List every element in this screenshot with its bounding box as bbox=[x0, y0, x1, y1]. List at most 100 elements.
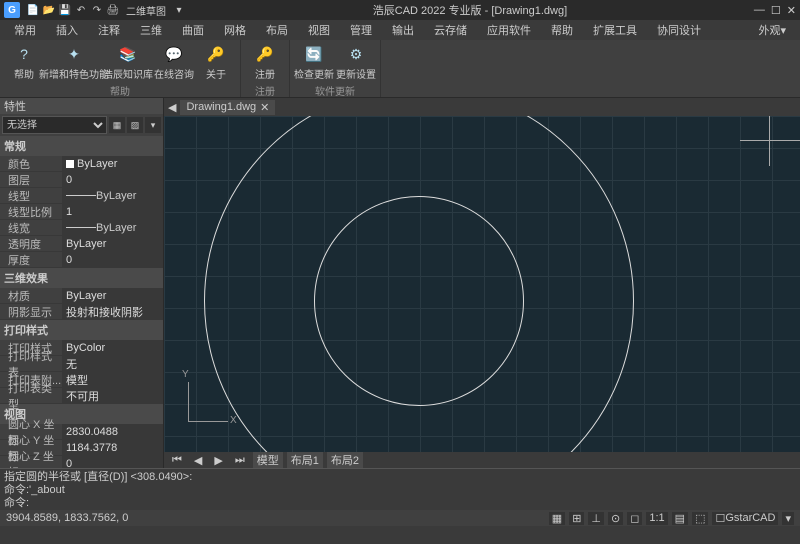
menu-item[interactable]: 视图 bbox=[298, 20, 340, 40]
new-icon[interactable]: 📄 bbox=[26, 3, 40, 17]
update-settings-button[interactable]: ⚙更新设置 bbox=[336, 42, 376, 83]
refresh-icon: 🔄 bbox=[304, 44, 324, 64]
tab-last-icon[interactable]: ⏭ bbox=[231, 454, 249, 467]
property-value[interactable]: 模型 bbox=[62, 372, 163, 387]
print-icon[interactable]: 🖨 bbox=[106, 3, 120, 17]
menu-item[interactable]: 输出 bbox=[382, 20, 424, 40]
tab-prev-icon[interactable]: ◀ bbox=[168, 101, 176, 114]
property-row[interactable]: 透明度ByLayer bbox=[0, 236, 163, 252]
property-label: 颜色 bbox=[0, 156, 62, 172]
about-button[interactable]: 🔑关于 bbox=[196, 42, 236, 83]
model-toggle[interactable]: ⬚ bbox=[692, 512, 708, 525]
property-row[interactable]: 打印表类型不可用 bbox=[0, 388, 163, 404]
property-value[interactable]: 0 bbox=[62, 252, 163, 267]
tab-prev-icon[interactable]: ◀ bbox=[190, 454, 206, 467]
grid-toggle[interactable]: ⊞ bbox=[569, 512, 584, 525]
menu-item[interactable]: 应用软件 bbox=[477, 20, 541, 40]
new-features-button[interactable]: ✦新增和特色功能 bbox=[46, 42, 102, 83]
menu-item[interactable]: 注释 bbox=[88, 20, 130, 40]
property-value[interactable]: ByLayer bbox=[62, 288, 163, 303]
layout-tab[interactable]: 布局2 bbox=[327, 452, 363, 468]
menu-item[interactable]: 布局 bbox=[256, 20, 298, 40]
property-value[interactable]: 无 bbox=[62, 356, 163, 371]
more-icon[interactable]: ▾ bbox=[145, 117, 161, 133]
scale-toggle[interactable]: 1:1 bbox=[646, 512, 667, 525]
property-value[interactable]: ByLayer bbox=[62, 156, 163, 171]
expand-icon[interactable]: ▾ bbox=[782, 512, 794, 525]
property-value[interactable]: 0 bbox=[62, 172, 163, 187]
menu-item[interactable]: 帮助 bbox=[541, 20, 583, 40]
property-section-header[interactable]: 常规 bbox=[0, 136, 163, 156]
layout-tab-model[interactable]: 模型 bbox=[253, 452, 283, 468]
tab-first-icon[interactable]: ⏮ bbox=[168, 454, 186, 467]
workspace-label[interactable]: 二维草图 bbox=[122, 3, 170, 17]
menu-item[interactable]: 管理 bbox=[340, 20, 382, 40]
appearance-menu[interactable]: 外观▾ bbox=[748, 20, 796, 40]
property-row[interactable]: 打印样式表无 bbox=[0, 356, 163, 372]
close-tab-icon[interactable]: ✕ bbox=[260, 101, 269, 114]
property-row[interactable]: 图层0 bbox=[0, 172, 163, 188]
lineweus-to(le[interactable]: ▤ bbox=[672, 512, 688, 525]
command-history: 指定圆的半径或 [直径(D)] <308.0490>: bbox=[4, 471, 796, 484]
tab-next-icon[interactable]: ▶ bbox=[210, 454, 226, 467]
property-label: 图层 bbox=[0, 172, 62, 188]
menu-item[interactable]: 常用 bbox=[4, 20, 46, 40]
property-value[interactable]: ByLayer bbox=[62, 236, 163, 251]
property-value[interactable]: 投射和接收阴影 bbox=[62, 304, 163, 319]
snap-toggle[interactable]: ▦ bbox=[549, 512, 565, 525]
property-row[interactable]: 圆心 Z 坐标0 bbox=[0, 456, 163, 468]
undo-icon[interactable]: ↶ bbox=[74, 3, 88, 17]
property-row[interactable]: 线型比例1 bbox=[0, 204, 163, 220]
polar-toggle[interactable]: ⊙ bbox=[608, 512, 623, 525]
command-prompt[interactable]: 命令: bbox=[4, 497, 796, 510]
property-section-header[interactable]: 三维效果 bbox=[0, 268, 163, 288]
property-row[interactable]: 厚度0 bbox=[0, 252, 163, 268]
menu-item[interactable]: 插入 bbox=[46, 20, 88, 40]
quick-select-icon[interactable]: ▨ bbox=[127, 117, 143, 133]
help-button[interactable]: ?帮助 bbox=[4, 42, 44, 83]
menu-item[interactable]: 曲面 bbox=[172, 20, 214, 40]
property-row[interactable]: 材质ByLayer bbox=[0, 288, 163, 304]
circle-inner[interactable] bbox=[314, 196, 524, 406]
drawing-canvas[interactable]: Y X bbox=[164, 116, 800, 452]
selection-dropdown[interactable]: 无选择 bbox=[2, 116, 107, 134]
minimize-icon[interactable]: — bbox=[754, 4, 765, 17]
property-row[interactable]: 线型 ByLayer bbox=[0, 188, 163, 204]
osnap-toggle[interactable]: ◻ bbox=[627, 512, 642, 525]
property-value[interactable]: 0 bbox=[62, 456, 163, 468]
layout-tab[interactable]: 布局1 bbox=[287, 452, 323, 468]
property-value[interactable]: 1 bbox=[62, 204, 163, 219]
register-button[interactable]: 🔑注册 bbox=[245, 42, 285, 83]
menu-item[interactable]: 三维 bbox=[130, 20, 172, 40]
property-row[interactable]: 阴影显示投射和接收阴影 bbox=[0, 304, 163, 320]
property-value[interactable]: ByLayer bbox=[62, 188, 163, 203]
property-value[interactable]: 1184.3778 bbox=[62, 440, 163, 455]
redo-icon[interactable]: ↷ bbox=[90, 3, 104, 17]
ortho-toggle[interactable]: ⊥ bbox=[588, 512, 604, 525]
property-row[interactable]: 线宽 ByLayer bbox=[0, 220, 163, 236]
gear-icon: ⚙ bbox=[346, 44, 366, 64]
menu-item[interactable]: 云存储 bbox=[424, 20, 477, 40]
property-value[interactable]: ByColor bbox=[62, 340, 163, 355]
select-icon[interactable]: ▦ bbox=[109, 117, 125, 133]
menu-item[interactable]: 扩展工具 bbox=[583, 20, 647, 40]
online-consult-button[interactable]: 💬在线咨询 bbox=[154, 42, 194, 83]
close-icon[interactable]: ✕ bbox=[787, 4, 796, 17]
check-update-button[interactable]: 🔄检查更新 bbox=[294, 42, 334, 83]
menu-item[interactable]: 网格 bbox=[214, 20, 256, 40]
property-section-header[interactable]: 打印样式 bbox=[0, 320, 163, 340]
property-value[interactable]: 不可用 bbox=[62, 388, 163, 403]
knowledge-base-button[interactable]: 📚浩辰知识库 bbox=[104, 42, 152, 83]
window-title: 浩辰CAD 2022 专业版 - [Drawing1.dwg] bbox=[186, 2, 754, 18]
maximize-icon[interactable]: ☐ bbox=[771, 4, 781, 17]
menu-item[interactable]: 协同设计 bbox=[647, 20, 711, 40]
dropdown-icon[interactable]: ▾ bbox=[172, 3, 186, 17]
command-line[interactable]: 指定圆的半径或 [直径(D)] <308.0490>: 命令:'_about 命… bbox=[0, 468, 800, 510]
document-tab[interactable]: Drawing1.dwg✕ bbox=[180, 100, 275, 115]
property-value[interactable]: ByLayer bbox=[62, 220, 163, 235]
property-value[interactable]: 2830.0488 bbox=[62, 424, 163, 439]
open-icon[interactable]: 📂 bbox=[42, 3, 56, 17]
help-icon: ? bbox=[14, 44, 34, 64]
save-icon[interactable]: 💾 bbox=[58, 3, 72, 17]
property-row[interactable]: 颜色ByLayer bbox=[0, 156, 163, 172]
